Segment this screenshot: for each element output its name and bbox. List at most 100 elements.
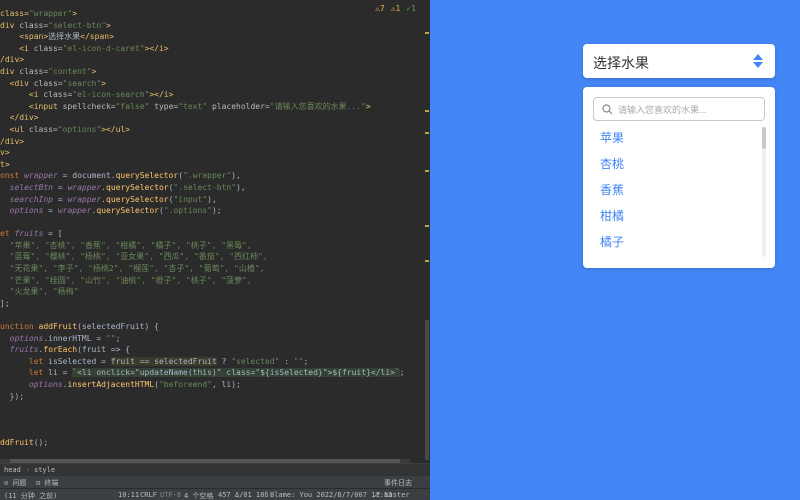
fruit-option[interactable]: 柑橘 — [583, 203, 775, 229]
caret-position[interactable]: 10:11 — [118, 491, 139, 499]
code-line[interactable]: let isSelected = fruit == selectedFruit … — [0, 356, 420, 368]
options-scroll-thumb[interactable] — [762, 127, 766, 149]
stripe-mark[interactable] — [425, 225, 429, 227]
code-line[interactable]: }); — [0, 391, 420, 403]
code-line[interactable] — [0, 402, 420, 414]
code-token: class= — [19, 66, 49, 76]
file-encoding[interactable]: UTF-8 — [160, 491, 181, 499]
code-editor[interactable]: class="wrapper"> div class="select-btn"> … — [0, 0, 430, 500]
weak-warnings-count[interactable]: ⚠1 — [391, 4, 401, 13]
code-line[interactable]: options.insertAdjacentHTML("beforeend", … — [0, 379, 420, 391]
line-separator[interactable]: CRLF — [140, 491, 157, 499]
code-line[interactable]: div class="content"> — [0, 66, 420, 78]
fruit-option[interactable]: 杏桃 — [583, 151, 775, 177]
code-token: ; — [399, 368, 405, 378]
code-line[interactable] — [0, 414, 420, 426]
code-line[interactable]: "苹果", "杏桃", "香蕉", "柑橘", "橘子", "桃子", "黑莓"… — [0, 240, 420, 252]
code-token: div — [0, 20, 20, 30]
inspection-widget[interactable]: ⚠7 ⚠1 ✓1 — [375, 4, 416, 13]
code-line[interactable]: "芒果", "桂圆", "山竹", "油桃", "橙子", "桃子", "菠萝"… — [0, 275, 420, 287]
code-line[interactable]: </div> — [0, 112, 420, 124]
code-token: "" — [105, 333, 116, 343]
code-token: "无花果", "李子", "杨桃2", "榴莲", "杏子", "葡萄", "山… — [9, 264, 265, 274]
code-line[interactable]: "蓝莓", "樱桃", "杨桃", "亚女果", "西瓜", "番茄", "西红… — [0, 251, 420, 263]
ok-count[interactable]: ✓1 — [406, 4, 416, 13]
code-token: options — [9, 333, 44, 343]
breadcrumb-item-style[interactable]: style — [34, 466, 55, 474]
event-log-tab[interactable]: 事件日志 — [384, 478, 412, 488]
code-token: addFruit — [38, 322, 78, 332]
search-box[interactable] — [593, 97, 765, 121]
code-line[interactable]: ]; — [0, 298, 420, 310]
code-line[interactable]: <i class="el-icon-d-caret"></i> — [0, 43, 420, 55]
warnings-count[interactable]: ⚠7 — [375, 4, 385, 13]
code-line[interactable] — [0, 425, 420, 437]
code-token: </span> — [80, 32, 114, 42]
code-token: wrapper — [67, 194, 102, 204]
problems-tab[interactable]: ⊙ 问题 — [4, 478, 26, 488]
code-line[interactable]: ddFruit(); — [0, 437, 420, 449]
stripe-mark[interactable] — [425, 260, 429, 262]
code-line[interactable]: let li = `<li onclick="updateName(this)"… — [0, 367, 420, 379]
code-line[interactable]: /div> — [0, 54, 420, 66]
code-token: <ul — [9, 124, 29, 134]
code-line[interactable]: unction addFruit(selectedFruit) { — [0, 321, 420, 333]
code-line[interactable]: class="wrapper"> — [0, 8, 420, 20]
code-line[interactable]: <i class="el-icon-search"></i> — [0, 89, 420, 101]
code-line[interactable]: <ul class="options"></ul> — [0, 124, 420, 136]
code-line[interactable]: v> — [0, 147, 420, 159]
fruit-option[interactable]: 苹果 — [583, 125, 775, 151]
code-line[interactable]: <span>选择水果</span> — [0, 31, 420, 43]
fruit-select-button[interactable]: 选择水果 — [583, 44, 775, 78]
stripe-mark[interactable] — [425, 110, 429, 112]
code-token: ".wrapper" — [183, 171, 232, 181]
code-token: querySelector — [96, 206, 159, 216]
vcs-info[interactable]: 457 Δ/01 18δ — [218, 491, 269, 499]
code-line[interactable]: /div> — [0, 136, 420, 148]
code-token: "beforeend" — [158, 380, 212, 389]
fruit-option[interactable]: 香蕉 — [583, 177, 775, 203]
git-branch[interactable]: ⎇ master — [372, 491, 410, 499]
terminal-tab[interactable]: ⊡ 终端 — [36, 478, 58, 488]
stripe-mark[interactable] — [425, 170, 429, 172]
code-token: insertAdjacentHTML — [67, 380, 155, 389]
code-line[interactable]: fruits.forEach(fruit => { — [0, 344, 420, 356]
search-input[interactable] — [616, 100, 762, 120]
vertical-scrollbar[interactable] — [425, 320, 429, 460]
code-line[interactable]: et fruits = [ — [0, 228, 420, 240]
code-token: fruit == selectedFruit — [110, 356, 217, 366]
code-line[interactable]: <div class="search"> — [0, 78, 420, 90]
code-token: /div> — [0, 55, 25, 65]
code-line[interactable]: selectBtn = wrapper.querySelector(".sele… — [0, 182, 420, 194]
code-line[interactable]: "无花果", "李子", "杨桃2", "榴莲", "杏子", "葡萄", "山… — [0, 263, 420, 275]
code-line[interactable]: searchInp = wrapper.querySelector("input… — [0, 194, 420, 206]
code-line[interactable]: "火龙果", "杨梅" — [0, 286, 420, 298]
code-line[interactable]: onst wrapper = document.querySelector(".… — [0, 170, 420, 182]
code-line[interactable]: options.innerHTML = ""; — [0, 333, 420, 345]
code-line[interactable]: <input spellcheck="false" type="text" pl… — [0, 101, 420, 113]
breadcrumb-item-head[interactable]: head — [4, 466, 21, 474]
code-line[interactable] — [0, 217, 420, 229]
fruit-option[interactable]: 橘子 — [583, 229, 775, 255]
code-token: > — [105, 20, 111, 30]
code-line[interactable]: options = wrapper.querySelector(".option… — [0, 205, 420, 217]
code-line[interactable]: div class="select-btn"> — [0, 20, 420, 32]
stripe-mark[interactable] — [425, 132, 429, 134]
indent-setting[interactable]: 4 个空格 — [184, 491, 213, 500]
code-line[interactable] — [0, 309, 420, 321]
code-line[interactable]: t> — [0, 159, 420, 171]
code-content[interactable]: class="wrapper"> div class="select-btn"> … — [0, 8, 420, 483]
code-token: .innerHTML = — [43, 333, 106, 343]
code-token: /div> — [0, 136, 25, 146]
code-token: ></ul> — [101, 124, 131, 134]
code-token: forEach — [43, 345, 78, 355]
stripe-mark[interactable] — [425, 32, 429, 34]
